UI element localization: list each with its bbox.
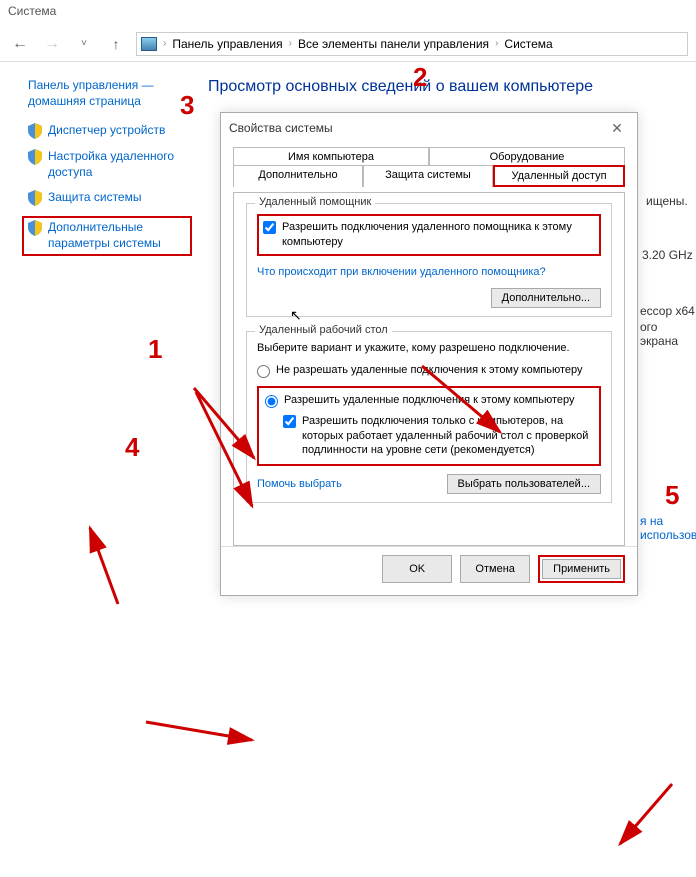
cursor-icon: ↖	[290, 307, 302, 324]
window-title: Система	[8, 4, 56, 18]
home-link[interactable]: Панель управления — домашняя страница	[28, 78, 188, 109]
chevron-right-icon: ›	[495, 38, 498, 49]
tab-remote[interactable]: Удаленный доступ	[493, 165, 625, 187]
radio-input[interactable]	[265, 395, 278, 408]
radio-label: Разрешить удаленные подключения к этому …	[284, 394, 575, 406]
breadcrumb-item[interactable]: Все элементы панели управления	[298, 37, 489, 51]
peek-link[interactable]: я на использов	[640, 514, 696, 542]
sidebar-item-label: Диспетчер устройств	[48, 123, 165, 139]
ok-button[interactable]: OK	[382, 555, 452, 583]
shield-icon	[28, 149, 42, 165]
link-help-choose[interactable]: Помочь выбрать	[257, 478, 342, 490]
tab-control: Имя компьютера Оборудование Дополнительн…	[233, 147, 625, 187]
group-legend: Удаленный помощник	[255, 196, 375, 208]
sidebar-item-remote-settings[interactable]: Настройка удаленного доступа	[28, 149, 188, 180]
annotation-highlight: Дополнительные параметры системы	[22, 216, 192, 255]
sidebar-item-label: Дополнительные параметры системы	[48, 220, 186, 251]
sidebar-item-label: Защита системы	[48, 190, 141, 206]
dialog-title: Свойства системы	[229, 121, 333, 135]
dropdown-history[interactable]: ˅	[72, 32, 96, 56]
tab-computer-name[interactable]: Имя компьютера	[233, 147, 429, 166]
close-button[interactable]: ✕	[605, 118, 629, 138]
group-description: Выберите вариант и укажите, кому разреше…	[257, 342, 601, 354]
annotation-number-5: 5	[665, 480, 679, 511]
annotation-number-1: 1	[148, 334, 162, 365]
forward-button[interactable]: →	[40, 32, 64, 56]
page-title: Просмотр основных сведений о вашем компь…	[208, 78, 684, 96]
group-remote-desktop: Удаленный рабочий стол Выберите вариант …	[246, 331, 612, 504]
chevron-right-icon: ›	[289, 38, 292, 49]
system-properties-dialog: Свойства системы ✕ Имя компьютера Оборуд…	[220, 112, 638, 596]
cancel-button[interactable]: Отмена	[460, 555, 530, 583]
group-legend: Удаленный рабочий стол	[255, 324, 392, 336]
breadcrumb-item[interactable]: Система	[504, 37, 552, 51]
shield-icon	[28, 123, 42, 139]
peek-text: ищены.	[646, 194, 688, 208]
tab-system-protection[interactable]: Защита системы	[363, 165, 493, 187]
annotation-highlight: Применить	[538, 555, 625, 583]
radio-deny-remote[interactable]: Не разрешать удаленные подключения к это…	[257, 364, 601, 378]
link-assistant-info[interactable]: Что происходит при включении удаленного …	[257, 266, 546, 278]
peek-text: ого экрана	[640, 320, 696, 348]
sidebar-item-label: Настройка удаленного доступа	[48, 149, 188, 180]
sidebar-item-advanced-settings[interactable]: Дополнительные параметры системы	[28, 220, 186, 251]
checkbox-label: Разрешить подключения только с компьютер…	[302, 414, 593, 459]
chevron-right-icon: ›	[163, 38, 166, 49]
breadcrumb-item[interactable]: Панель управления	[172, 37, 282, 51]
sidebar-item-system-protection[interactable]: Защита системы	[28, 190, 188, 206]
radio-input[interactable]	[257, 365, 270, 378]
dialog-button-row: OK Отмена Применить	[221, 546, 637, 591]
radio-allow-remote[interactable]: Разрешить удаленные подключения к этому …	[265, 394, 593, 408]
explorer-navbar: ← → ˅ ↑ › Панель управления › Все элемен…	[0, 26, 696, 62]
button-assistant-advanced[interactable]: Дополнительно...	[491, 288, 601, 308]
computer-icon	[141, 37, 157, 51]
up-button[interactable]: ↑	[104, 32, 128, 56]
sidebar-item-device-manager[interactable]: Диспетчер устройств	[28, 123, 188, 139]
shield-icon	[28, 220, 42, 236]
apply-button[interactable]: Применить	[542, 559, 621, 579]
tab-advanced[interactable]: Дополнительно	[233, 165, 363, 187]
annotation-highlight: Разрешить подключения удаленного помощни…	[257, 214, 601, 256]
window-titlebar: Система	[0, 0, 696, 26]
back-button[interactable]: ←	[8, 32, 32, 56]
annotation-number-4: 4	[125, 432, 139, 463]
checkbox-input[interactable]	[263, 221, 276, 234]
tab-hardware[interactable]: Оборудование	[429, 147, 625, 166]
dialog-titlebar: Свойства системы ✕	[221, 113, 637, 143]
button-select-users[interactable]: Выбрать пользователей...	[447, 474, 602, 494]
peek-text: ессор x64	[640, 304, 695, 318]
shield-icon	[28, 190, 42, 206]
radio-label: Не разрешать удаленные подключения к это…	[276, 364, 583, 376]
checkbox-nla[interactable]: Разрешить подключения только с компьютер…	[283, 414, 593, 459]
group-remote-assistant: Удаленный помощник Разрешить подключения…	[246, 203, 612, 317]
control-panel-sidebar: Панель управления — домашняя страница Ди…	[0, 62, 200, 274]
annotation-highlight: Разрешить удаленные подключения к этому …	[257, 386, 601, 467]
checkbox-input[interactable]	[283, 415, 296, 428]
checkbox-allow-assistant[interactable]: Разрешить подключения удаленного помощни…	[263, 220, 595, 250]
tab-panel-remote: Удаленный помощник Разрешить подключения…	[233, 192, 625, 546]
checkbox-label: Разрешить подключения удаленного помощни…	[282, 220, 595, 250]
address-bar[interactable]: › Панель управления › Все элементы панел…	[136, 32, 688, 56]
peek-text: 3.20 GHz	[642, 248, 693, 262]
